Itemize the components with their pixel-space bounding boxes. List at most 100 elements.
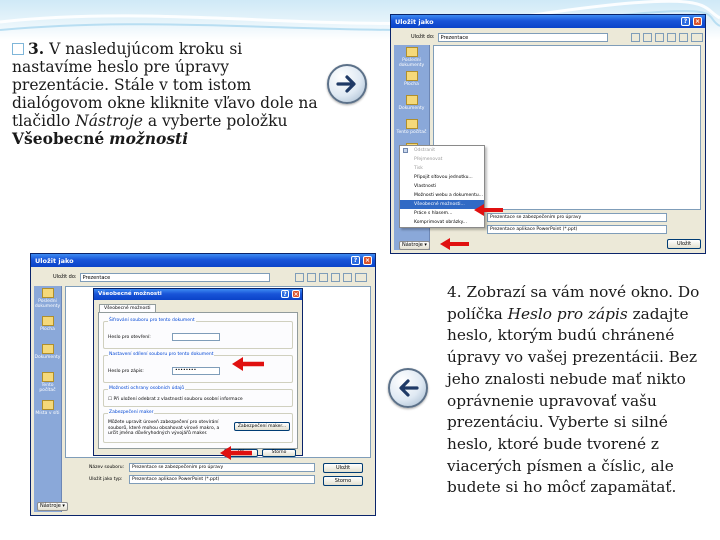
dialog-title: Uložit jako ? × [31, 254, 375, 267]
step3-general-word: Všeobecné [12, 129, 105, 148]
new-folder-icon[interactable] [343, 272, 352, 282]
place-desktop[interactable]: Plocha [34, 314, 61, 342]
desktop-icon [41, 316, 54, 326]
filetype-field[interactable]: Prezentace aplikace PowerPoint (*.ppt) [129, 475, 315, 484]
filename-field[interactable]: Prezentace se zabezpečením pro úpravy [487, 213, 667, 222]
save-button[interactable]: Uložit [667, 239, 701, 249]
options-cancel-button[interactable]: Storno [262, 449, 296, 457]
place-network[interactable]: Místa v síti [34, 398, 61, 426]
modify-password-field[interactable]: •••••••• [172, 367, 220, 375]
previous-arrow-button[interactable] [388, 368, 428, 408]
red-arrow-modify-password [232, 357, 264, 371]
step3-number: 3. [28, 39, 45, 58]
views-icon[interactable] [691, 32, 703, 42]
macro-security-button[interactable]: Zabezpečení maker... [234, 422, 290, 431]
menu-item-rename[interactable]: Přejmenovat [400, 155, 484, 164]
privacy-group-label: Možnosti ochrany osobních údajů [108, 386, 186, 391]
menu-item-print[interactable]: Tisk [400, 164, 484, 173]
place-documents[interactable]: Dokumenty [34, 342, 61, 370]
menu-item-compress[interactable]: Komprimovat obrázky... [400, 218, 484, 227]
red-arrow-tools [440, 238, 469, 250]
red-arrow-general-options [474, 204, 503, 216]
computer-icon [41, 372, 54, 382]
recent-docs-icon [405, 47, 418, 57]
lookin-label: Uložit do: [411, 34, 435, 40]
computer-icon [405, 119, 418, 129]
delete-menu-icon [403, 148, 408, 153]
close-icon[interactable]: × [292, 290, 300, 298]
save-as-dialog-bottom: Uložit jako ? × Uložit do: Prezentace Po… [30, 253, 376, 516]
menu-item-delete[interactable]: Odstranit [400, 146, 484, 155]
arrow-left-icon [399, 379, 419, 397]
toolbar-icons [631, 32, 705, 42]
encryption-group: Šifrování souboru pro tento dokument Hes… [103, 318, 293, 349]
lookin-combo[interactable]: Prezentace [437, 32, 608, 42]
lookin-label: Uložit do: [53, 274, 77, 280]
close-icon[interactable]: × [693, 17, 702, 26]
step3-text-2: a vyberte položku [142, 112, 288, 130]
place-recent[interactable]: Poslední dokumenty [394, 45, 429, 69]
step4-text-2: zadajte heslo, ktorým budú chránené úpra… [447, 304, 698, 497]
save-button[interactable]: Uložit [323, 463, 363, 473]
cancel-button[interactable]: Storno [323, 476, 363, 486]
options-title-text: Všeobecné možnosti [98, 291, 162, 297]
sharing-group-label: Nastavení sdílení souboru pro tento doku… [108, 352, 215, 357]
dialog-title: Uložit jako ? × [391, 15, 705, 28]
delete-icon[interactable] [667, 32, 676, 42]
back-icon[interactable] [295, 272, 304, 282]
place-computer[interactable]: Tento počítač [394, 117, 429, 141]
dialog-title-text: Uložit jako [395, 18, 434, 26]
lookin-row: Uložit do: Prezentace [411, 32, 608, 42]
open-password-label: Heslo pro otevření: [108, 335, 151, 340]
menu-item-general-options[interactable]: Všeobecné možnosti... [400, 200, 484, 209]
dialog-title-text: Uložit jako [35, 257, 74, 265]
new-folder-icon[interactable] [679, 32, 688, 42]
toolbar-icons [295, 272, 367, 282]
macro-description: Můžete upravit úroveň zabezpečení pro ot… [108, 420, 220, 436]
search-web-icon[interactable] [655, 32, 664, 42]
red-arrow-ok [220, 446, 252, 460]
lookin-combo[interactable]: Prezentace [79, 272, 270, 282]
bullet-square-icon [12, 43, 24, 55]
modify-password-label: Heslo pro zápis: [108, 369, 144, 374]
place-computer[interactable]: Tento počítač [34, 370, 61, 398]
views-icon[interactable] [355, 272, 367, 282]
tools-button[interactable]: Nástroje ▾ [37, 502, 68, 511]
arrow-right-icon [336, 75, 356, 93]
place-documents[interactable]: Dokumenty [394, 93, 429, 117]
place-desktop[interactable]: Plocha [394, 69, 429, 93]
menu-item-map-drive[interactable]: Připojit síťovou jednotku... [400, 173, 484, 182]
menu-item-voice[interactable]: Práce s hlasem... [400, 209, 484, 218]
options-panel: Šifrování souboru pro tento dokument Hes… [98, 312, 298, 449]
up-folder-icon[interactable] [643, 32, 652, 42]
close-icon[interactable]: × [363, 256, 372, 265]
places-bar: Poslední dokumenty Plocha Dokumenty Tent… [34, 286, 62, 512]
up-folder-icon[interactable] [307, 272, 316, 282]
step4-text: 4. Zobrazí sa vám nové okno. Do políčka … [447, 282, 709, 499]
help-icon[interactable]: ? [681, 17, 690, 26]
place-recent[interactable]: Poslední dokumenty [34, 286, 61, 314]
menu-item-properties[interactable]: Vlastnosti [400, 182, 484, 191]
step3-tools-word: Nástroje [75, 112, 143, 130]
step3-text: 3. V nasledujúcom kroku si nastavíme hes… [12, 40, 322, 148]
help-icon[interactable]: ? [351, 256, 360, 265]
step3-options-word: možnosti [109, 129, 189, 148]
documents-icon [41, 344, 54, 354]
search-web-icon[interactable] [319, 272, 328, 282]
options-title: Všeobecné možnosti ? × [94, 289, 302, 300]
tools-button[interactable]: Nástroje ▾ [399, 241, 430, 250]
open-password-field[interactable] [172, 333, 220, 341]
documents-icon [405, 95, 418, 105]
privacy-checkbox[interactable]: ☐ Při uložení odebrat z vlastností soubo… [108, 397, 243, 402]
delete-icon[interactable] [331, 272, 340, 282]
lookin-row: Uložit do: Prezentace [53, 272, 270, 282]
back-icon[interactable] [631, 32, 640, 42]
encryption-group-label: Šifrování souboru pro tento dokument [108, 318, 196, 323]
next-arrow-button[interactable] [327, 64, 367, 104]
filename-field[interactable]: Prezentace se zabezpečením pro úpravy [129, 463, 315, 472]
general-options-dialog: Všeobecné možnosti ? × Všeobecné možnost… [93, 288, 303, 457]
network-icon [41, 400, 54, 410]
help-icon[interactable]: ? [281, 290, 289, 298]
filetype-field[interactable]: Prezentace aplikace PowerPoint (*.ppt) [487, 225, 667, 234]
menu-item-web-options[interactable]: Možnosti webu a dokumentu... [400, 191, 484, 200]
